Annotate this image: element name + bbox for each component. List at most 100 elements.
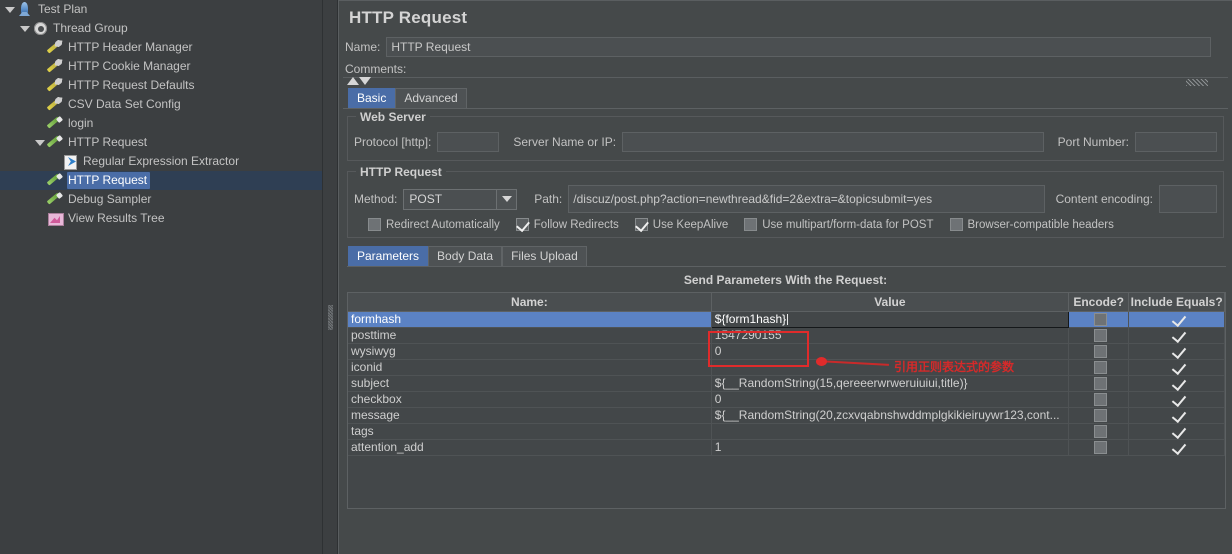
checkbox-empty-icon[interactable]	[1093, 313, 1107, 326]
checkmark-icon[interactable]	[1172, 441, 1185, 454]
port-input[interactable]	[1135, 131, 1217, 152]
cell-include-equals[interactable]	[1128, 327, 1225, 344]
cell-encode[interactable]	[1068, 359, 1130, 376]
tab-parameters[interactable]: Parameters	[348, 246, 429, 266]
parameters-table[interactable]: Name: Value Encode? Include Equals? formhas…	[348, 293, 1225, 456]
table-row[interactable]: checkbox 0	[348, 391, 1225, 408]
cell-include-equals[interactable]	[1128, 375, 1225, 392]
cell-value[interactable]: 1547290155	[711, 327, 1070, 344]
path-input[interactable]	[568, 185, 1045, 213]
cell-value[interactable]	[711, 359, 1070, 376]
checkbox-empty-icon[interactable]	[1093, 361, 1107, 374]
tree-item-http-request-defaults[interactable]: HTTP Request Defaults	[0, 76, 322, 95]
cell-encode[interactable]	[1068, 423, 1130, 440]
cell-name[interactable]: checkbox	[348, 391, 712, 408]
table-row[interactable]: attention_add 1	[348, 439, 1225, 456]
tree-item-thread-group[interactable]: Thread Group	[0, 19, 322, 38]
cell-name[interactable]: tags	[348, 423, 712, 440]
resize-grip-icon[interactable]	[1186, 79, 1208, 86]
tree-item-http-cookie-manager[interactable]: HTTP Cookie Manager	[0, 57, 322, 76]
cell-value[interactable]: 0	[711, 391, 1070, 408]
cell-include-equals[interactable]	[1128, 359, 1225, 376]
table-row[interactable]: tags	[348, 423, 1225, 440]
cell-encode[interactable]	[1068, 407, 1130, 424]
checkmark-icon[interactable]	[1172, 425, 1185, 438]
test-plan-tree[interactable]: Test Plan Thread Group HTTP Header Manager…	[0, 0, 322, 554]
collapse-up-icon[interactable]	[347, 77, 359, 85]
tree-item-http-request[interactable]: HTTP Request	[0, 133, 322, 152]
cell-name[interactable]: subject	[348, 375, 712, 392]
cell-include-equals[interactable]	[1128, 407, 1225, 424]
cell-encode[interactable]	[1068, 327, 1130, 344]
cell-name[interactable]: posttime	[348, 327, 712, 344]
params-tabbar[interactable]: Parameters Body Data Files Upload	[348, 246, 1232, 266]
tree-item-debug-sampler[interactable]: Debug Sampler	[0, 190, 322, 209]
checkbox-redirect-automatically[interactable]: Redirect Automatically	[368, 218, 500, 231]
cell-include-equals[interactable]	[1128, 311, 1225, 328]
checkbox-follow-redirects[interactable]: Follow Redirects	[515, 218, 619, 231]
cell-name[interactable]: formhash	[348, 311, 712, 328]
cell-name[interactable]: message	[348, 407, 712, 424]
column-header-include-equals[interactable]: Include Equals?	[1128, 293, 1225, 312]
chevron-down-icon[interactable]	[18, 19, 31, 38]
checkmark-icon[interactable]	[515, 218, 529, 231]
table-row[interactable]: formhash ${form1hash}	[348, 310, 1225, 328]
splitter-grip-icon[interactable]	[328, 305, 333, 330]
cell-include-equals[interactable]	[1128, 343, 1225, 360]
tab-body-data[interactable]: Body Data	[428, 246, 503, 266]
tree-item-view-results-tree[interactable]: View Results Tree	[0, 209, 322, 228]
cell-name[interactable]: iconid	[348, 359, 712, 376]
tab-advanced[interactable]: Advanced	[395, 88, 467, 108]
checkbox-use-keepalive[interactable]: Use KeepAlive	[634, 218, 728, 231]
cell-value[interactable]	[711, 423, 1070, 440]
column-header-name[interactable]: Name:	[348, 293, 712, 312]
cell-include-equals[interactable]	[1128, 423, 1225, 440]
checkmark-icon[interactable]	[1172, 329, 1185, 342]
cell-encode[interactable]	[1068, 311, 1130, 328]
tree-item-login[interactable]: login	[0, 114, 322, 133]
tree-item-http-request[interactable]: HTTP Request	[0, 171, 322, 190]
checkmark-icon[interactable]	[1172, 377, 1185, 390]
cell-value[interactable]: 1	[711, 439, 1070, 456]
chevron-down-icon[interactable]	[496, 189, 517, 209]
checkbox-browser-compatible-headers[interactable]: Browser-compatible headers	[949, 218, 1114, 231]
cell-include-equals[interactable]	[1128, 439, 1225, 456]
table-row[interactable]: wysiwyg 0	[348, 343, 1225, 360]
collapse-down-icon[interactable]	[359, 77, 371, 85]
table-row[interactable]: posttime 1547290155	[348, 327, 1225, 344]
cell-name[interactable]: attention_add	[348, 439, 712, 456]
checkbox-empty-icon[interactable]	[368, 218, 381, 231]
main-tabbar[interactable]: Basic Advanced	[348, 88, 1232, 108]
column-header-encode[interactable]: Encode?	[1068, 293, 1130, 312]
checkmark-icon[interactable]	[1172, 313, 1185, 326]
checkbox-empty-icon[interactable]	[1093, 425, 1107, 438]
cell-encode[interactable]	[1068, 343, 1130, 360]
checkbox-use-multipart-form-data-for-post[interactable]: Use multipart/form-data for POST	[744, 218, 934, 231]
tree-item-test-plan[interactable]: Test Plan	[0, 0, 322, 19]
table-row[interactable]: iconid	[348, 359, 1225, 376]
cell-encode[interactable]	[1068, 439, 1130, 456]
column-header-value[interactable]: Value	[711, 293, 1070, 312]
checkmark-icon[interactable]	[1172, 345, 1185, 358]
name-input[interactable]	[386, 37, 1212, 57]
checkbox-empty-icon[interactable]	[1093, 409, 1107, 422]
server-input[interactable]	[622, 131, 1044, 152]
checkmark-icon[interactable]	[634, 218, 648, 231]
checkmark-icon[interactable]	[1172, 409, 1185, 422]
cell-value-editing[interactable]: ${form1hash}	[710, 310, 1070, 328]
method-select[interactable]: POST	[403, 188, 518, 210]
collapse-toggle[interactable]	[347, 77, 371, 85]
cell-value[interactable]: ${__RandomString(15,qereeerwrweruiuiui,t…	[711, 375, 1070, 392]
table-row[interactable]: subject ${__RandomString(15,qereeerwrweru…	[348, 375, 1225, 392]
checkmark-icon[interactable]	[1172, 361, 1185, 374]
checkbox-empty-icon[interactable]	[744, 218, 758, 231]
tree-item-csv-data-set-config[interactable]: CSV Data Set Config	[0, 95, 322, 114]
table-header-row[interactable]: Name: Value Encode? Include Equals?	[348, 293, 1225, 312]
table-row[interactable]: message ${__RandomString(20,zcxvqabnshwdd…	[348, 407, 1225, 424]
cell-encode[interactable]	[1068, 391, 1130, 408]
tree-item-regular-expression-extractor[interactable]: Regular Expression Extractor	[0, 152, 322, 171]
chevron-down-icon[interactable]	[33, 133, 46, 152]
panel-splitter[interactable]	[322, 0, 338, 554]
checkbox-empty-icon[interactable]	[1093, 393, 1107, 406]
cell-name[interactable]: wysiwyg	[348, 343, 712, 360]
